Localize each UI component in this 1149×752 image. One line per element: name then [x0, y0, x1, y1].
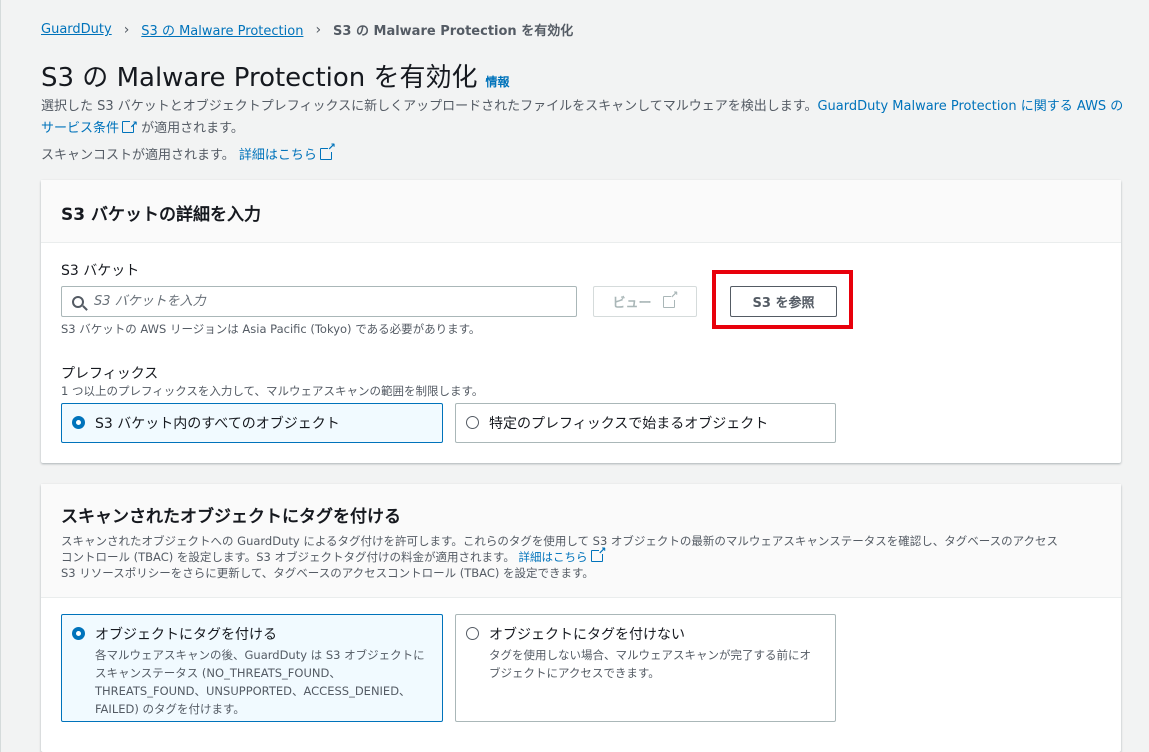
bucket-search-field[interactable] — [61, 286, 577, 317]
breadcrumb: GuardDuty › S3 の Malware Protection › S3… — [41, 20, 574, 40]
radio-selected-icon — [72, 627, 85, 640]
tag-desc-line2: コントロール (TBAC) を設定します。S3 オブジェクトタグ付けの料金が適用… — [61, 550, 515, 564]
description-suffix: が適用されます。 — [137, 121, 244, 136]
option-tag-objects-label: オブジェクトにタグを付ける — [95, 627, 277, 643]
view-button-label: ビュー — [612, 296, 652, 311]
tag-objects-card: スキャンされたオブジェクトにタグを付ける スキャンされたオブジェクトへの Gua… — [41, 484, 1121, 752]
info-link[interactable]: 情報 — [486, 73, 510, 90]
option-tag-objects-desc: 各マルウェアスキャンの後、GuardDuty は S3 オブジェクトにスキャンス… — [95, 648, 425, 716]
radio-selected-icon — [72, 416, 85, 429]
option-all-objects-label: S3 バケット内のすべてのオブジェクト — [95, 416, 340, 432]
cost-text: スキャンコストが適用されます。 — [41, 148, 235, 163]
bucket-details-card: S3 バケットの詳細を入力 S3 バケット ビュー S3 を参照 S3 バケット… — [41, 180, 1121, 463]
bucket-details-title: S3 バケットの詳細を入力 — [61, 205, 261, 225]
external-link-icon — [662, 290, 679, 308]
bucket-search-input[interactable] — [94, 294, 534, 309]
tag-objects-header: スキャンされたオブジェクトにタグを付ける スキャンされたオブジェクトへの Gua… — [41, 484, 1121, 598]
region-hint: S3 バケットの AWS リージョンは Asia Pacific (Tokyo)… — [61, 322, 481, 336]
bucket-label: S3 バケット — [61, 263, 140, 279]
external-link-icon — [590, 544, 607, 562]
breadcrumb-current: S3 の Malware Protection を有効化 — [333, 24, 574, 39]
search-icon — [72, 295, 84, 308]
tag-desc-line1: スキャンされたオブジェクトへの GuardDuty によるタグ付けを許可します。… — [61, 534, 1059, 548]
tag-objects-description: スキャンされたオブジェクトへの GuardDuty によるタグ付けを許可します。… — [61, 533, 1101, 581]
cost-learn-more-link[interactable]: 詳細はこちら — [239, 148, 317, 163]
breadcrumb-guardduty[interactable]: GuardDuty — [41, 22, 112, 37]
option-prefix-objects[interactable]: 特定のプレフィックスで始まるオブジェクト — [455, 403, 836, 443]
radio-unselected-icon — [466, 416, 479, 429]
radio-unselected-icon — [466, 627, 479, 640]
page-description: 選択した S3 バケットとオブジェクトプレフィックスに新しくアップロードされたフ… — [41, 96, 1126, 140]
tag-learn-more-link[interactable]: 詳細はこちら — [519, 550, 588, 564]
chevron-right-icon: › — [123, 21, 130, 38]
external-link-icon — [122, 115, 138, 137]
prefix-hint: 1 つ以上のプレフィックスを入力して、マルウェアスキャンの範囲を制限します。 — [61, 384, 484, 398]
left-border — [0, 0, 1, 752]
option-no-tag-objects-desc: タグを使用しない場合、マルウェアスキャンが完了する前にオブジェクトにアクセスでき… — [489, 648, 811, 680]
view-button[interactable]: ビュー — [593, 286, 697, 317]
tag-objects-title: スキャンされたオブジェクトにタグを付ける — [61, 507, 401, 527]
external-link-icon — [319, 142, 336, 160]
page-title: S3 の Malware Protection を有効化 情報 — [41, 57, 510, 94]
page-title-text: S3 の Malware Protection を有効化 — [41, 63, 478, 93]
tag-desc-line3: S3 リソースポリシーをさらに更新して、タグベースのアクセスコントロール (TB… — [61, 566, 594, 580]
option-no-tag-objects[interactable]: オブジェクトにタグを付けない タグを使用しない場合、マルウェアスキャンが完了する… — [455, 614, 836, 722]
highlight-box — [712, 270, 853, 329]
option-tag-objects[interactable]: オブジェクトにタグを付ける 各マルウェアスキャンの後、GuardDuty は S… — [61, 614, 443, 722]
prefix-label: プレフィックス — [61, 366, 159, 382]
cost-note: スキャンコストが適用されます。 詳細はこちら — [41, 142, 336, 163]
chevron-right-icon: › — [315, 21, 322, 38]
option-prefix-objects-label: 特定のプレフィックスで始まるオブジェクト — [489, 416, 769, 432]
option-no-tag-objects-label: オブジェクトにタグを付けない — [489, 627, 685, 643]
option-all-objects[interactable]: S3 バケット内のすべてのオブジェクト — [61, 403, 443, 443]
description-text: 選択した S3 バケットとオブジェクトプレフィックスに新しくアップロードされたフ… — [41, 99, 818, 114]
bucket-details-header: S3 バケットの詳細を入力 — [41, 180, 1121, 243]
breadcrumb-s3-malware-protection[interactable]: S3 の Malware Protection — [141, 20, 303, 39]
